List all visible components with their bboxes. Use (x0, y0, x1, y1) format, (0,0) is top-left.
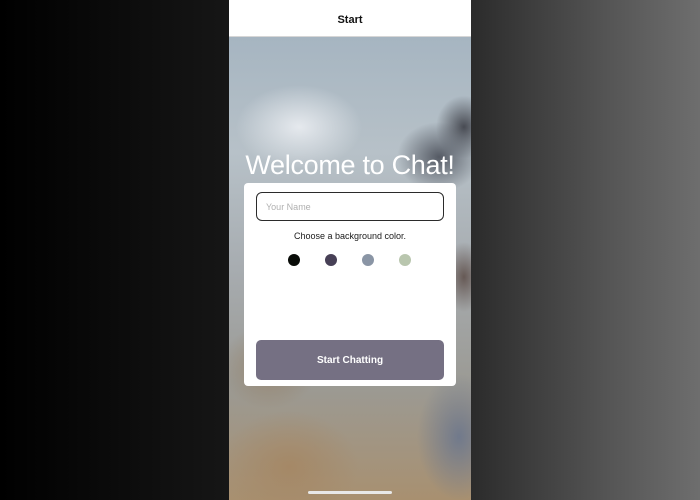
start-chatting-button[interactable]: Start Chatting (256, 340, 444, 380)
left-background-gutter (0, 0, 229, 500)
welcome-title: Welcome to Chat! (245, 150, 455, 180)
color-swatch-black[interactable] (288, 254, 300, 266)
start-card: Choose a background color. Start Chattin… (244, 183, 456, 386)
name-input[interactable] (256, 192, 444, 221)
navigation-bar: Start (229, 0, 471, 37)
right-background-gutter (471, 0, 700, 500)
color-swatch-dark-purple[interactable] (325, 254, 337, 266)
nav-title: Start (337, 14, 363, 26)
choose-color-label: Choose a background color. (293, 231, 407, 241)
color-swatch-sage-green[interactable] (399, 254, 411, 266)
phone-screen: Start Welcome to Chat! Choose a backgrou… (229, 0, 471, 500)
color-swatch-slate-blue[interactable] (362, 254, 374, 266)
home-indicator (308, 491, 392, 494)
